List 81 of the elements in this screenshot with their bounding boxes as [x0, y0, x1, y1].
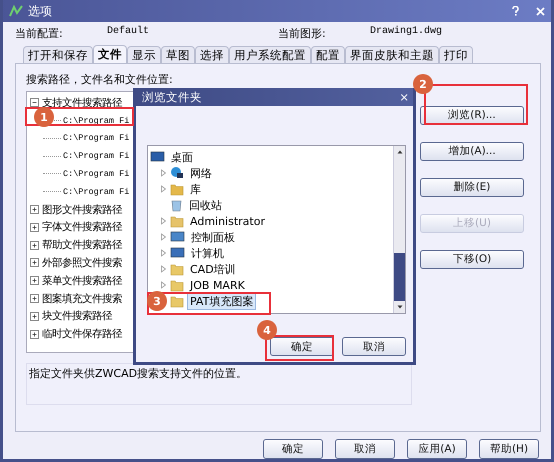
globe-icon [170, 166, 184, 180]
monitor-icon [150, 151, 165, 163]
action-button[interactable]: 增加(A)... [420, 142, 524, 161]
folder-item[interactable]: 计算机 [188, 244, 227, 262]
tree-item[interactable]: C:\Program Fi [63, 151, 130, 162]
tree-item[interactable]: 帮助文件搜索路径 [42, 238, 122, 252]
expand-icon[interactable] [30, 258, 39, 268]
folder-icon [170, 214, 184, 228]
collapse-icon[interactable] [30, 98, 39, 108]
folder-icon [170, 262, 184, 276]
dialog-button[interactable]: 帮助(H) [479, 439, 539, 459]
tree-item[interactable]: 外部参照文件搜索 [42, 256, 122, 270]
recycle-bin-icon [170, 198, 183, 212]
expand-icon[interactable] [30, 312, 39, 321]
window-title: 选项 [28, 2, 53, 20]
config-value: Default [106, 26, 150, 40]
description-text: 指定文件夹供ZWCAD搜索支持文件的位置。 [29, 366, 248, 380]
folder-item[interactable]: JOB MARK [187, 278, 248, 292]
app-icon [9, 4, 23, 18]
config-label: 当前配置: [15, 26, 64, 42]
close-icon[interactable] [536, 6, 545, 16]
folder-item[interactable]: CAD培训 [187, 260, 239, 278]
dialog-button[interactable]: 确定 [270, 337, 334, 356]
dialog-button[interactable]: 应用(A) [407, 439, 467, 459]
expand-arrow-icon[interactable] [160, 233, 167, 241]
tree-item[interactable]: C:\Program Fi [63, 168, 130, 179]
help-icon[interactable] [512, 6, 519, 16]
expand-arrow-icon[interactable] [160, 217, 167, 225]
expand-arrow-icon[interactable] [160, 185, 167, 193]
monitor-icon [170, 231, 185, 243]
config-value: Drawing1.dwg [369, 26, 442, 40]
tree-item[interactable]: 临时文件保存路径 [42, 327, 122, 342]
folder-item[interactable]: Administrator [187, 214, 268, 228]
expand-icon[interactable] [30, 240, 39, 250]
expand-icon[interactable] [30, 205, 39, 214]
config-label: 当前图形: [278, 26, 327, 42]
tab[interactable]: 打开和保存 [23, 46, 93, 63]
tree-item[interactable]: 图形文件搜索路径 [42, 202, 122, 217]
action-button[interactable]: 删除(E) [420, 178, 524, 197]
tree-item[interactable]: C:\Program Fi [63, 186, 130, 197]
folder-item[interactable]: 控制面板 [188, 228, 238, 246]
expand-icon[interactable] [30, 294, 39, 304]
expand-arrow-icon[interactable] [160, 169, 167, 177]
tab[interactable]: 显示 [127, 46, 161, 63]
tree-item[interactable]: 图案填充文件搜索 [42, 292, 122, 306]
tab[interactable]: 打印 [439, 46, 473, 63]
tree-item[interactable]: 支持文件搜索路径 [42, 96, 122, 110]
tab[interactable]: 界面皮肤和主题 [345, 46, 439, 63]
dialog-button[interactable]: 取消 [335, 439, 395, 459]
tree-item[interactable]: 菜单文件搜索路径 [42, 274, 122, 288]
tree-item[interactable]: C:\Program Fi [63, 116, 130, 126]
action-button[interactable]: 浏览(R)... [420, 106, 524, 125]
tab[interactable]: 配置 [311, 46, 345, 63]
dialog-title: 浏览文件夹 [142, 90, 202, 104]
expand-icon[interactable] [30, 276, 39, 286]
section-label: 搜索路径，文件名和文件位置: [26, 72, 173, 87]
monitor-icon [170, 247, 185, 259]
folder-icon [170, 294, 184, 308]
folder-item[interactable]: 桌面 [168, 148, 196, 166]
action-button[interactable]: 下移(O) [420, 250, 524, 269]
expand-icon[interactable] [30, 330, 39, 339]
expand-arrow-icon[interactable] [160, 281, 167, 289]
tab[interactable]: 用户系统配置 [229, 46, 311, 63]
dialog-button[interactable]: 确定 [263, 439, 323, 459]
folder-item[interactable]: 库 [187, 180, 204, 198]
folder-icon [170, 278, 184, 292]
scrollbar[interactable] [393, 146, 405, 313]
folder-icon [170, 182, 184, 196]
close-icon[interactable]: × [399, 90, 409, 104]
tab[interactable]: 文件 [93, 44, 127, 63]
folder-item[interactable]: 网络 [187, 164, 215, 182]
tree-item[interactable]: 块文件搜索路径 [42, 309, 112, 324]
tree-item[interactable]: 字体文件搜索路径 [42, 220, 122, 234]
dialog-button[interactable]: 取消 [342, 337, 406, 356]
expand-icon[interactable] [30, 222, 39, 232]
folder-item[interactable]: 回收站 [186, 196, 225, 214]
tab[interactable]: 选择 [195, 46, 229, 63]
tab[interactable]: 草图 [161, 46, 195, 63]
expand-arrow-icon[interactable] [160, 265, 167, 273]
tree-item[interactable]: C:\Program Fi [63, 133, 130, 144]
expand-arrow-icon[interactable] [160, 249, 167, 257]
